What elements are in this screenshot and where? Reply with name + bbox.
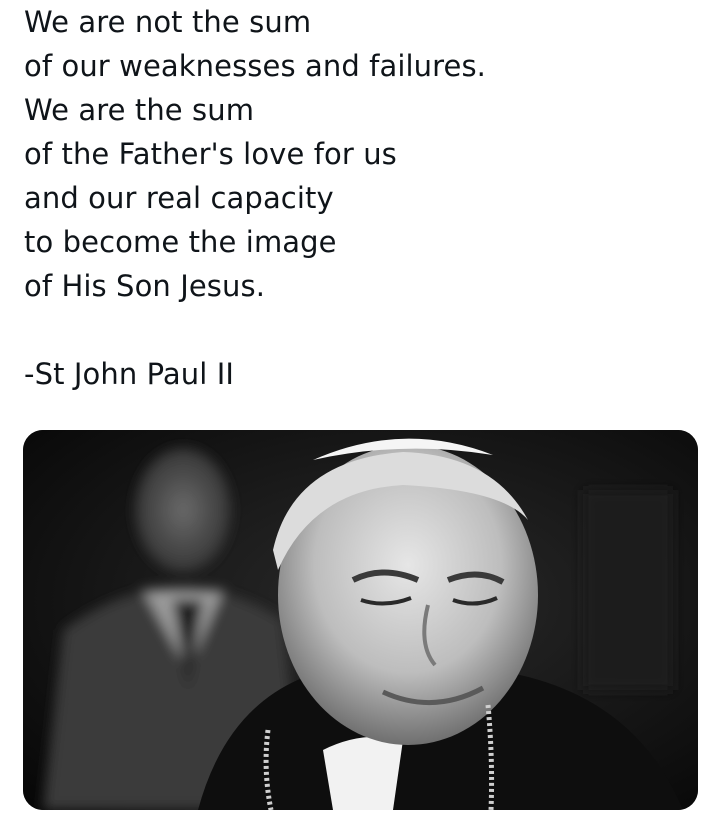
post-text-line: of the Father's love for us	[24, 137, 397, 171]
post-text-line: and our real capacity	[24, 181, 334, 215]
post-text-line: of His Son Jesus.	[24, 269, 266, 303]
post-text-line: We are the sum	[24, 93, 255, 127]
post-text-line: We are not the sum	[24, 5, 312, 39]
post-text-line: to become the image	[24, 225, 337, 259]
post-text: We are not the sum of our weaknesses and…	[24, 0, 704, 396]
post-photo[interactable]	[23, 430, 698, 810]
post-attribution: -St John Paul II	[24, 357, 235, 391]
photo-icon	[23, 430, 698, 810]
post-text-line: of our weaknesses and failures.	[24, 49, 486, 83]
